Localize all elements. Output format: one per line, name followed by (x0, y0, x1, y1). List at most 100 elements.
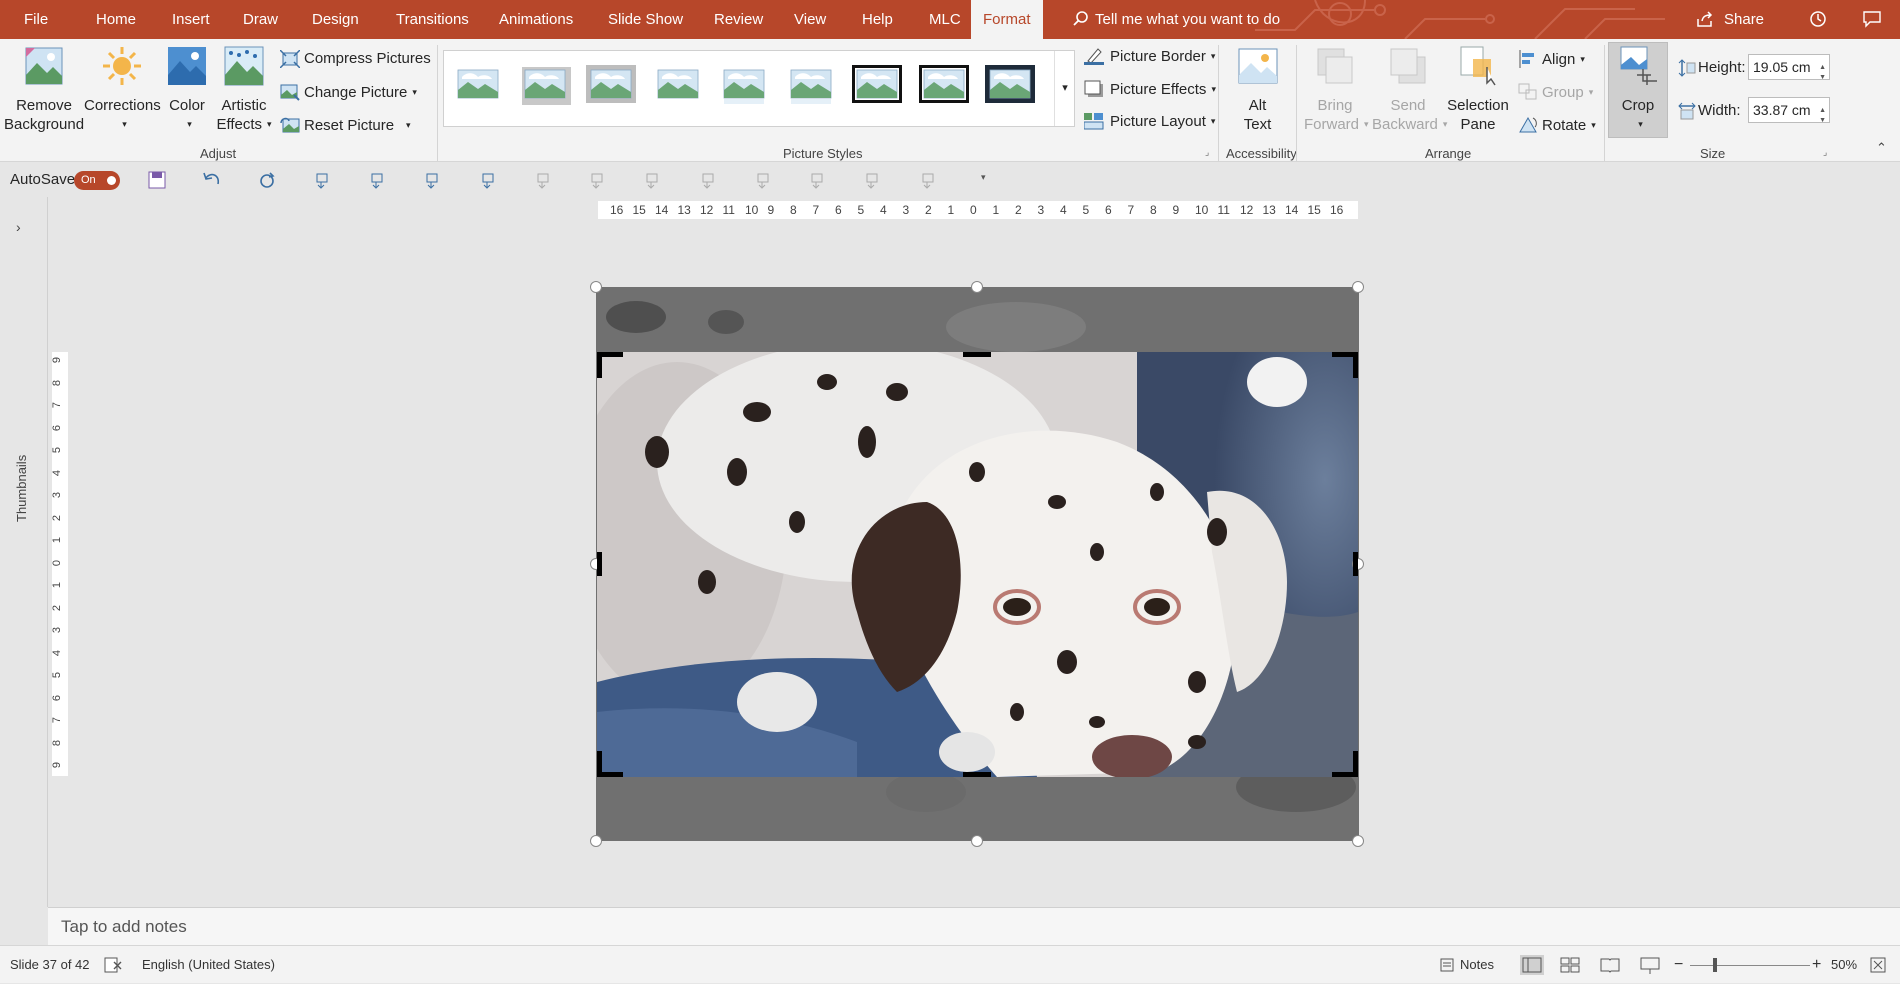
tab-design[interactable]: Design (312, 0, 359, 39)
thumbnails-label[interactable]: Thumbnails (14, 455, 29, 522)
artistic-effects-button[interactable]: Artistic Effects ▾ (214, 43, 274, 134)
customize-qat-icon[interactable]: ▾ (981, 172, 986, 183)
width-field[interactable]: 33.87 cm ▲ ▼ (1748, 97, 1830, 124)
ungroup-icon[interactable] (863, 170, 883, 190)
tab-help[interactable]: Help (862, 0, 893, 39)
distribute-icon[interactable] (699, 170, 719, 190)
expand-thumbnails-icon[interactable]: › (16, 219, 21, 235)
tab-home[interactable]: Home (96, 0, 136, 39)
crop-handle[interactable] (1353, 352, 1358, 378)
notes-area[interactable]: Tap to add notes (48, 907, 1900, 945)
fit-to-window-icon[interactable] (1870, 957, 1886, 973)
remove-background-button[interactable]: Remove Background (4, 43, 84, 134)
zoom-out-icon[interactable]: − (1674, 946, 1683, 984)
slide-sorter-icon[interactable] (1558, 955, 1582, 975)
picture-style-4[interactable] (652, 62, 704, 106)
bring-to-front-icon[interactable] (368, 170, 388, 190)
picture-style-7[interactable] (851, 62, 903, 106)
flip-icon[interactable] (919, 170, 939, 190)
picture-style-2[interactable] (519, 62, 571, 106)
resize-handle[interactable] (590, 281, 602, 293)
change-picture-button[interactable]: Change Picture ▾ (280, 80, 417, 104)
crop-button[interactable]: Crop ▾ (1608, 42, 1668, 138)
crop-handle[interactable] (597, 751, 602, 777)
picture-style-8[interactable] (918, 62, 970, 106)
gallery-more-icon[interactable]: ▾ (1054, 51, 1075, 126)
start-from-beginning-icon[interactable] (313, 170, 333, 190)
resize-handle[interactable] (971, 281, 983, 293)
tell-me-search[interactable]: Tell me what you want to do (1073, 0, 1280, 39)
crop-handle[interactable] (963, 352, 991, 357)
history-icon[interactable] (1809, 10, 1827, 28)
tab-file[interactable]: File (24, 0, 48, 39)
send-backward-button[interactable]: Send Backward ▾ (1372, 43, 1447, 134)
tab-mlc[interactable]: MLC (929, 0, 961, 39)
tab-format[interactable]: Format (971, 0, 1043, 39)
tab-draw[interactable]: Draw (243, 0, 278, 39)
spelling-check-icon[interactable] (104, 957, 122, 973)
slide-counter[interactable]: Slide 37 of 42 (10, 946, 90, 984)
zoom-slider[interactable] (1690, 965, 1810, 966)
picture-effects-button[interactable]: Picture Effects ▾ (1084, 77, 1216, 101)
picture-styles-launcher-icon[interactable]: ⌟ (1205, 147, 1209, 158)
picture-style-1[interactable] (452, 62, 504, 106)
rotate-button[interactable]: Rotate ▾ (1518, 113, 1596, 137)
crop-handle[interactable] (1353, 552, 1358, 576)
alt-text-button[interactable]: Alt Text (1230, 43, 1285, 134)
picture-layout-button[interactable]: Picture Layout ▾ (1084, 109, 1215, 133)
resize-handle[interactable] (1352, 281, 1364, 293)
align-left-icon[interactable] (479, 170, 499, 190)
crop-handle[interactable] (597, 352, 602, 378)
share-button[interactable]: Share (1697, 0, 1764, 39)
width-down-icon[interactable]: ▼ (1819, 109, 1826, 133)
tab-review[interactable]: Review (714, 0, 763, 39)
send-to-back-icon[interactable] (423, 170, 443, 190)
tab-insert[interactable]: Insert (172, 0, 210, 39)
language-indicator[interactable]: English (United States) (142, 946, 275, 984)
bring-forward-button[interactable]: Bring Forward ▾ (1304, 43, 1369, 134)
crop-handle[interactable] (963, 772, 991, 777)
tab-animations[interactable]: Animations (499, 0, 573, 39)
size-launcher-icon[interactable]: ⌟ (1823, 147, 1827, 158)
reset-picture-button[interactable]: Reset Picture ▾ (280, 113, 411, 137)
align-button[interactable]: Align ▾ (1518, 47, 1585, 71)
normal-view-icon[interactable] (1520, 955, 1544, 975)
resize-handle[interactable] (590, 835, 602, 847)
save-icon[interactable] (147, 170, 167, 190)
collapse-ribbon-icon[interactable]: ⌃ (1876, 140, 1887, 156)
height-down-icon[interactable]: ▼ (1819, 66, 1826, 90)
crop-handle[interactable] (597, 552, 602, 576)
align-middle-icon[interactable] (754, 170, 774, 190)
align-top-icon[interactable] (588, 170, 608, 190)
picture-border-button[interactable]: Picture Border ▾ (1084, 44, 1215, 68)
resize-handle[interactable] (1352, 835, 1364, 847)
crop-handle[interactable] (1353, 751, 1358, 777)
group-button[interactable]: Group ▾ (1518, 80, 1593, 104)
reading-view-icon[interactable] (1598, 955, 1622, 975)
picture-styles-gallery[interactable]: ▾ (443, 50, 1075, 127)
zoom-slider-thumb[interactable] (1713, 958, 1717, 972)
resize-handle[interactable] (971, 835, 983, 847)
height-field[interactable]: 19.05 cm ▲ ▼ (1748, 54, 1830, 81)
corrections-button[interactable]: Corrections ▾ (84, 43, 161, 134)
picture-style-6[interactable] (785, 62, 837, 106)
slideshow-icon[interactable] (1638, 955, 1662, 975)
align-center-icon[interactable] (643, 170, 663, 190)
undo-icon[interactable] (202, 170, 222, 190)
picture-style-3[interactable] (585, 62, 637, 106)
zoom-in-icon[interactable]: + (1812, 946, 1821, 984)
tab-transitions[interactable]: Transitions (396, 0, 469, 39)
picture-style-5[interactable] (718, 62, 770, 106)
tab-view[interactable]: View (794, 0, 826, 39)
color-button[interactable]: Color ▾ (164, 43, 210, 134)
tab-slide-show[interactable]: Slide Show (608, 0, 683, 39)
comments-icon[interactable] (1863, 10, 1881, 28)
picture-style-9[interactable] (984, 62, 1036, 106)
dalmatian-photo[interactable] (597, 352, 1358, 777)
autosave-toggle[interactable]: On (74, 171, 120, 190)
compress-pictures-button[interactable]: Compress Pictures (280, 47, 431, 71)
selection-pane-button[interactable]: Selection Pane (1446, 43, 1510, 134)
redo-icon[interactable] (257, 170, 277, 190)
align-right-icon[interactable] (534, 170, 554, 190)
zoom-level[interactable]: 50% (1831, 946, 1857, 984)
